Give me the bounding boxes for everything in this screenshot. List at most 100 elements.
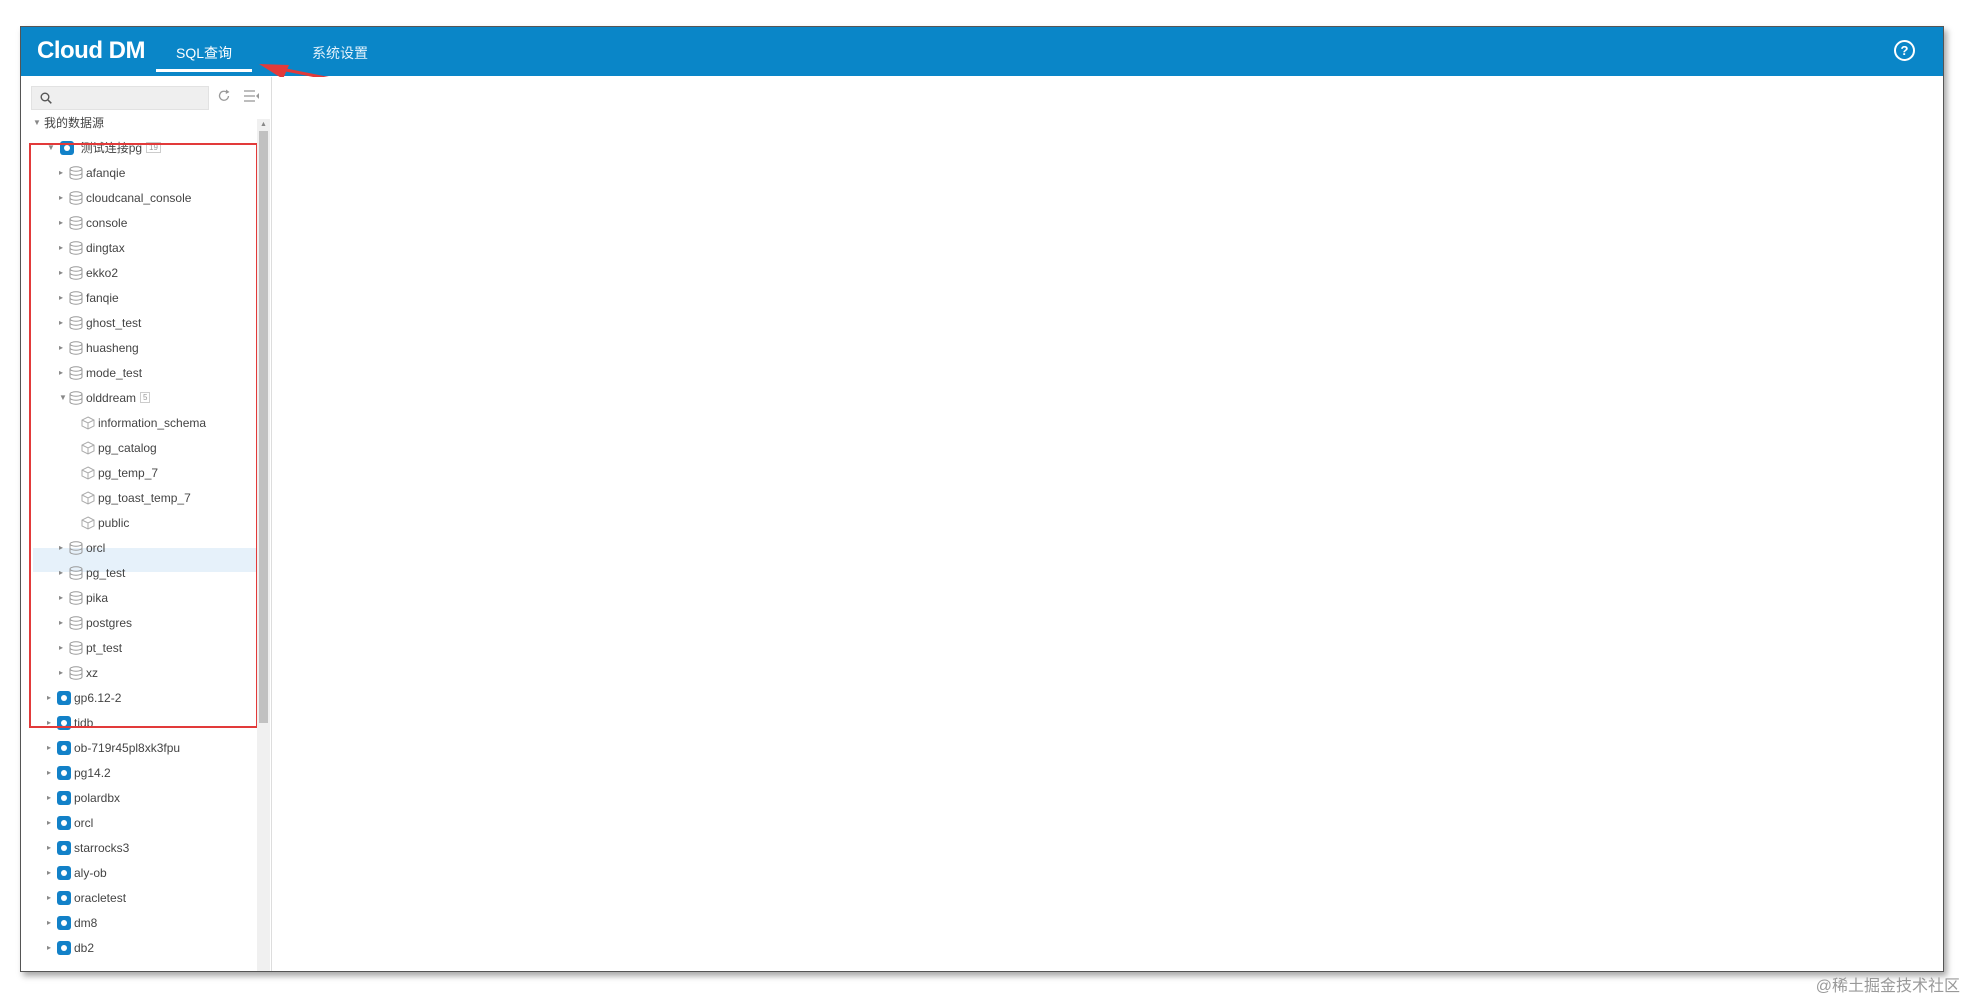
datasource-icon	[57, 890, 71, 905]
caret-down-icon: ▼	[33, 117, 41, 127]
caret-right-icon: ▸	[47, 867, 52, 877]
database-icon	[69, 391, 83, 405]
tree-item-label: ghost_test	[86, 315, 142, 330]
refresh-icon[interactable]	[217, 89, 231, 103]
caret-right-icon: ▸	[47, 767, 52, 777]
tree-item-label: public	[98, 515, 130, 530]
tree-connection[interactable]: ▸ oracletest	[47, 885, 126, 909]
schema-icon	[81, 491, 95, 505]
help-icon[interactable]: ?	[1894, 40, 1915, 61]
tree-connection[interactable]: ▸ polardbx	[47, 785, 120, 809]
tree-scrollbar[interactable]: ▲	[257, 119, 270, 971]
tree-item-label: pg_toast_temp_7	[98, 490, 191, 505]
tree-database[interactable]: ▸ afanqie	[59, 160, 125, 184]
tree-database[interactable]: ▸ orcl	[59, 535, 105, 559]
caret-right-icon: ▸	[47, 842, 52, 852]
scroll-up-icon: ▲	[260, 121, 267, 128]
tree-database[interactable]: ▸ pg_test	[59, 560, 125, 584]
tree-schema[interactable]: information_schema	[73, 410, 206, 434]
datasource-icon	[57, 690, 71, 705]
search-box[interactable]	[31, 86, 209, 110]
database-icon	[69, 641, 83, 655]
tree-database[interactable]: ▸ console	[59, 210, 127, 234]
caret-right-icon: ▸	[47, 717, 52, 727]
tree-database[interactable]: ▸ huasheng	[59, 335, 139, 359]
connection-label: pg14.2	[74, 765, 111, 780]
search-icon	[40, 92, 52, 104]
tree-item-label: mode_test	[86, 365, 143, 380]
database-icon	[69, 241, 83, 255]
database-icon	[69, 316, 83, 330]
datasource-icon	[57, 715, 71, 730]
tree-database[interactable]: ▸ fanqie	[59, 285, 119, 309]
tree-connection[interactable]: ▸ dm8	[47, 910, 97, 934]
tree-database[interactable]: ▸ ekko2	[59, 260, 118, 284]
tree-connection[interactable]: ▸ ob-719r45pl8xk3fpu	[47, 735, 180, 759]
tree-database[interactable]: ▸ ghost_test	[59, 310, 141, 334]
database-icon	[69, 541, 83, 555]
tree-connection[interactable]: ▸ starrocks3	[47, 835, 129, 859]
caret-right-icon: ▸	[59, 242, 64, 252]
schema-icon	[81, 516, 95, 530]
caret-right-icon: ▸	[59, 342, 64, 352]
sidebar: ▼ 我的数据源 ▼ 测试连接pg 19 ▸ afanqie ▸ cloudcanal_co…	[21, 77, 272, 971]
caret-right-icon: ▸	[47, 742, 52, 752]
tree-item-label: pt_test	[86, 640, 123, 655]
tree-database[interactable]: ▸ dingtax	[59, 235, 125, 259]
tree-connection[interactable]: ▸ pg14.2	[47, 760, 111, 784]
tab-sql-query[interactable]: SQL查询	[155, 43, 253, 72]
tree-item-label: postgres	[86, 615, 133, 630]
tree-database[interactable]: ▸ pt_test	[59, 635, 122, 659]
tree-root[interactable]: ▼ 我的数据源	[33, 110, 104, 134]
app-window: Cloud DM SQL查询 系统设置 ? ▼ 我的数据源 ▼ 测试连接pg 1…	[20, 26, 1944, 972]
caret-right-icon: ▸	[59, 667, 64, 677]
datasource-icon	[57, 915, 71, 930]
caret-right-icon: ▸	[59, 617, 64, 627]
collapse-menu-icon[interactable]	[244, 89, 260, 103]
tree-schema[interactable]: pg_toast_temp_7	[73, 485, 191, 509]
tree-database[interactable]: ▸ xz	[59, 660, 98, 684]
tree-database[interactable]: ▸ pika	[59, 585, 108, 609]
tree-connection[interactable]: ▸ orcl	[47, 810, 93, 834]
database-icon	[69, 566, 83, 580]
tree-connection[interactable]: ▸ aly-ob	[47, 860, 107, 884]
caret-down-icon: ▼	[59, 392, 67, 402]
tree-connection[interactable]: ▸ db2	[47, 935, 94, 959]
caret-right-icon: ▸	[47, 892, 52, 902]
watermark: @稀土掘金技术社区	[1815, 978, 1960, 995]
tree-database[interactable]: ▸ postgres	[59, 610, 132, 634]
datasource-icon	[57, 815, 71, 830]
tree-schema[interactable]: pg_catalog	[73, 435, 157, 459]
scrollbar-thumb[interactable]	[259, 131, 268, 723]
tree-database[interactable]: ▸ mode_test	[59, 360, 142, 384]
database-icon	[69, 266, 83, 280]
tree-database[interactable]: ▸ cloudcanal_console	[59, 185, 191, 209]
database-icon	[69, 341, 83, 355]
tree-item-label: pg_test	[86, 565, 126, 580]
tab-system-settings[interactable]: 系统设置	[312, 43, 368, 63]
tree-schema[interactable]: pg_temp_7	[73, 460, 158, 484]
caret-right-icon: ▸	[47, 942, 52, 952]
caret-right-icon: ▸	[59, 567, 64, 577]
tree-database[interactable]: ▼ olddream 5	[59, 385, 151, 409]
caret-right-icon: ▸	[59, 167, 64, 177]
tree-connection[interactable]: ▸ tidb	[47, 710, 93, 734]
tree-item-label: information_schema	[98, 415, 207, 430]
search-input[interactable]	[60, 89, 206, 107]
datasource-icon	[57, 940, 71, 955]
connection-label: db2	[74, 940, 95, 955]
tree-item-label: cloudcanal_console	[86, 190, 192, 205]
tree-item-label: pg_catalog	[98, 440, 157, 455]
caret-right-icon: ▸	[47, 792, 52, 802]
database-icon	[69, 666, 83, 680]
tree-connection[interactable]: ▸ gp6.12-2	[47, 685, 121, 709]
caret-right-icon: ▸	[59, 642, 64, 652]
database-icon	[69, 166, 83, 180]
tree-item-label: dingtax	[86, 240, 125, 255]
tree-item-label: orcl	[86, 540, 106, 555]
tree-item-label: pika	[86, 590, 109, 605]
connection-label: gp6.12-2	[74, 690, 122, 705]
tree-connection-pg[interactable]: ▼ 测试连接pg 19	[47, 135, 161, 159]
tree-schema[interactable]: public	[73, 510, 129, 534]
caret-right-icon: ▸	[59, 217, 64, 227]
